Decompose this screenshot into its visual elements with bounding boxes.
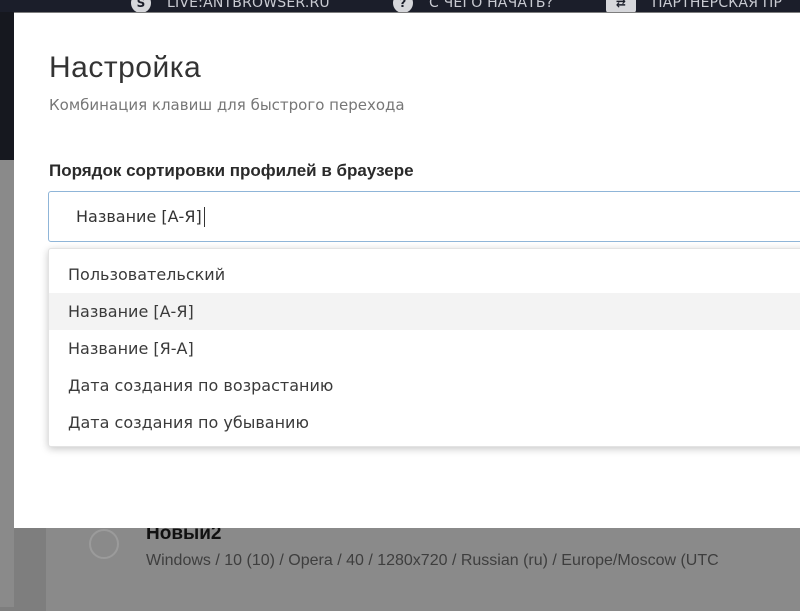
skype-icon: S (131, 0, 151, 12)
partner-icon: ⇄ (606, 0, 636, 12)
topbar-link-partner[interactable]: ⇄ ПАРТНЕРСКАЯ ПР (606, 0, 782, 12)
settings-modal: Настройка Комбинация клавиш для быстрого… (14, 13, 800, 528)
sidebar-edge (0, 12, 14, 160)
modal-subtitle: Комбинация клавиш для быстрого перехода (49, 96, 405, 114)
topbar-link-label: ПАРТНЕРСКАЯ ПР (652, 0, 783, 11)
option-name-asc[interactable]: Название [А-Я] (49, 293, 800, 330)
sort-order-select[interactable]: Название [А-Я] (48, 191, 800, 242)
sort-order-dropdown: Пользовательский Название [А-Я] Название… (48, 248, 800, 447)
topbar-link-label: LIVE:ANTBROWSER.RU (167, 0, 330, 11)
option-created-desc[interactable]: Дата создания по убыванию (49, 404, 800, 441)
sidebar-edge-dimmed (0, 160, 14, 607)
profile-info: Windows / 10 (10) / Opera / 40 / 1280x72… (146, 552, 719, 569)
modal-title: Настройка (49, 51, 202, 84)
option-name-desc[interactable]: Название [Я-А] (49, 330, 800, 367)
option-created-asc[interactable]: Дата создания по возрастанию (49, 367, 800, 404)
topbar-link-getting-started[interactable]: ? С ЧЕГО НАЧАТЬ? (393, 0, 553, 12)
top-navigation-bar: S LIVE:ANTBROWSER.RU ? С ЧЕГО НАЧАТЬ? ⇄ … (0, 0, 800, 12)
sort-order-value: Название [А-Я] (76, 207, 202, 226)
sort-order-label: Порядок сортировки профилей в браузере (49, 161, 414, 180)
option-custom[interactable]: Пользовательский (49, 256, 800, 293)
topbar-link-live[interactable]: S LIVE:ANTBROWSER.RU (131, 0, 330, 12)
profile-radio[interactable] (89, 529, 119, 559)
text-caret (203, 206, 205, 227)
question-icon: ? (393, 0, 413, 12)
topbar-link-label: С ЧЕГО НАЧАТЬ? (429, 0, 554, 11)
